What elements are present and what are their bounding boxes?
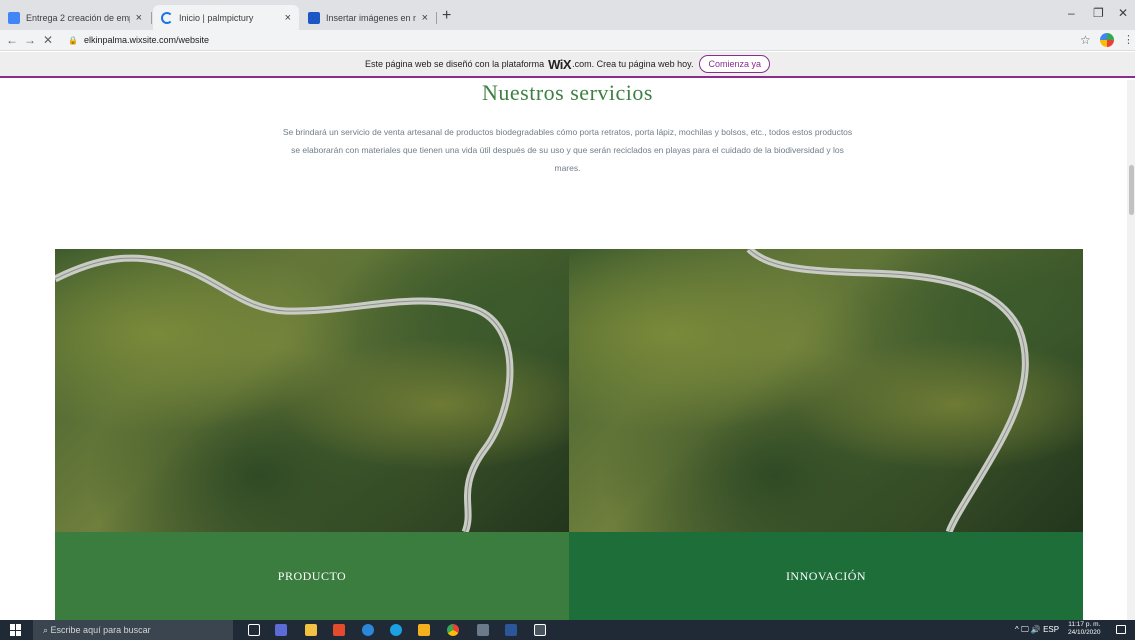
screen: Entrega 2 creación de empresas × Inicio … — [0, 0, 1135, 640]
search-placeholder: Escribe aquí para buscar — [50, 625, 151, 635]
edge-chromium-icon[interactable] — [390, 624, 402, 636]
chrome-icon[interactable] — [447, 624, 459, 636]
edge-icon[interactable] — [362, 624, 374, 636]
close-icon[interactable]: × — [422, 12, 428, 24]
taskbar-search-input[interactable]: ⌕ Escribe aquí para buscar — [33, 620, 233, 640]
tab-divider — [151, 12, 152, 24]
forest-road-photo — [55, 249, 569, 532]
forward-button[interactable]: → — [24, 32, 36, 48]
tab-inicio-palmpictury[interactable]: Inicio | palmpictury × — [153, 5, 299, 30]
app-icon[interactable] — [418, 624, 430, 636]
close-window-button[interactable]: ✕ — [1118, 6, 1128, 20]
clock-date: 24/10/2020 — [1068, 629, 1101, 636]
stop-loading-button[interactable]: ✕ — [43, 32, 53, 48]
banner-text: Este página web se diseñó con la platafo… — [364, 59, 545, 69]
services-gallery: PRODUCTO INNOVACIÓN — [55, 249, 1083, 620]
service-card-innovacion[interactable]: INNOVACIÓN — [569, 249, 1083, 620]
page-content: Nuestros servicios Se brindará un servic… — [0, 80, 1135, 620]
forest-road-photo — [569, 249, 1083, 532]
tab-title: Entrega 2 creación de empresas — [26, 12, 130, 23]
card-label: PRODUCTO — [55, 532, 569, 620]
notifications-icon[interactable] — [1116, 625, 1126, 634]
road-illustration — [55, 254, 514, 532]
wix-promo-banner: Este página web se diseñó con la platafo… — [0, 52, 1135, 78]
url-text: elkinpalma.wixsite.com/website — [83, 35, 210, 45]
file-explorer-icon[interactable] — [305, 624, 317, 636]
back-button[interactable]: ← — [6, 32, 18, 48]
browser-toolbar: ← → ✕ 🔒 elkinpalma.wixsite.com/website ☆ … — [0, 30, 1135, 51]
app-icon[interactable] — [534, 624, 546, 636]
bookmark-star-icon[interactable]: ☆ — [1080, 33, 1091, 47]
start-now-button[interactable]: Comienza ya — [699, 55, 770, 73]
app-icon[interactable] — [333, 624, 345, 636]
app-icon[interactable] — [275, 624, 287, 636]
lock-icon: 🔒 — [68, 36, 78, 45]
clock-time: 11:17 p. m. — [1068, 621, 1101, 628]
page-scrollbar[interactable] — [1127, 80, 1135, 620]
search-icon: ⌕ — [43, 625, 51, 635]
loading-spinner-icon — [161, 11, 173, 24]
browser-menu-icon[interactable]: ⋮ — [1123, 33, 1134, 46]
service-card-producto[interactable]: PRODUCTO — [55, 249, 569, 620]
close-icon[interactable]: × — [136, 12, 142, 24]
profile-avatar[interactable] — [1100, 33, 1114, 47]
section-description: Se brindará un servicio de venta artesan… — [282, 127, 853, 173]
browser-tab-strip: Entrega 2 creación de empresas × Inicio … — [0, 0, 1135, 30]
minimize-button[interactable]: – — [1068, 6, 1075, 20]
tab-insertar-imagenes[interactable]: Insertar imágenes en normas APA × — [300, 5, 436, 30]
calculator-icon[interactable] — [477, 624, 489, 636]
clock[interactable]: 11:17 p. m. 24/10/2020 — [1068, 621, 1101, 637]
card-label: INNOVACIÓN — [569, 532, 1083, 620]
tab-title: Insertar imágenes en normas APA — [326, 12, 416, 23]
scrollbar-thumb[interactable] — [1129, 165, 1134, 215]
docs-icon — [8, 11, 20, 24]
word-icon[interactable] — [505, 624, 517, 636]
tab-entrega[interactable]: Entrega 2 creación de empresas × — [0, 5, 150, 30]
windows-start-icon[interactable] — [10, 624, 22, 636]
windows-taskbar: ⌕ Escribe aquí para buscar ^ 🖵 🔊 ESP 11:… — [0, 620, 1135, 640]
banner-text: .com. Crea tu página web hoy. — [572, 59, 694, 69]
site-favicon-icon — [308, 11, 320, 24]
new-tab-button[interactable]: + — [442, 7, 451, 25]
maximize-button[interactable]: ❐ — [1093, 6, 1104, 20]
tab-title: Inicio | palmpictury — [179, 12, 254, 23]
address-bar[interactable]: 🔒 elkinpalma.wixsite.com/website — [68, 32, 1068, 48]
close-icon[interactable]: × — [285, 12, 291, 24]
road-illustration — [746, 249, 1029, 532]
system-tray[interactable]: ^ 🖵 🔊 ESP — [1015, 620, 1059, 640]
tab-divider — [436, 12, 437, 24]
task-view-icon[interactable] — [248, 624, 260, 636]
wix-logo: WiX — [548, 56, 572, 72]
section-title: Nuestros servicios — [482, 80, 653, 105]
